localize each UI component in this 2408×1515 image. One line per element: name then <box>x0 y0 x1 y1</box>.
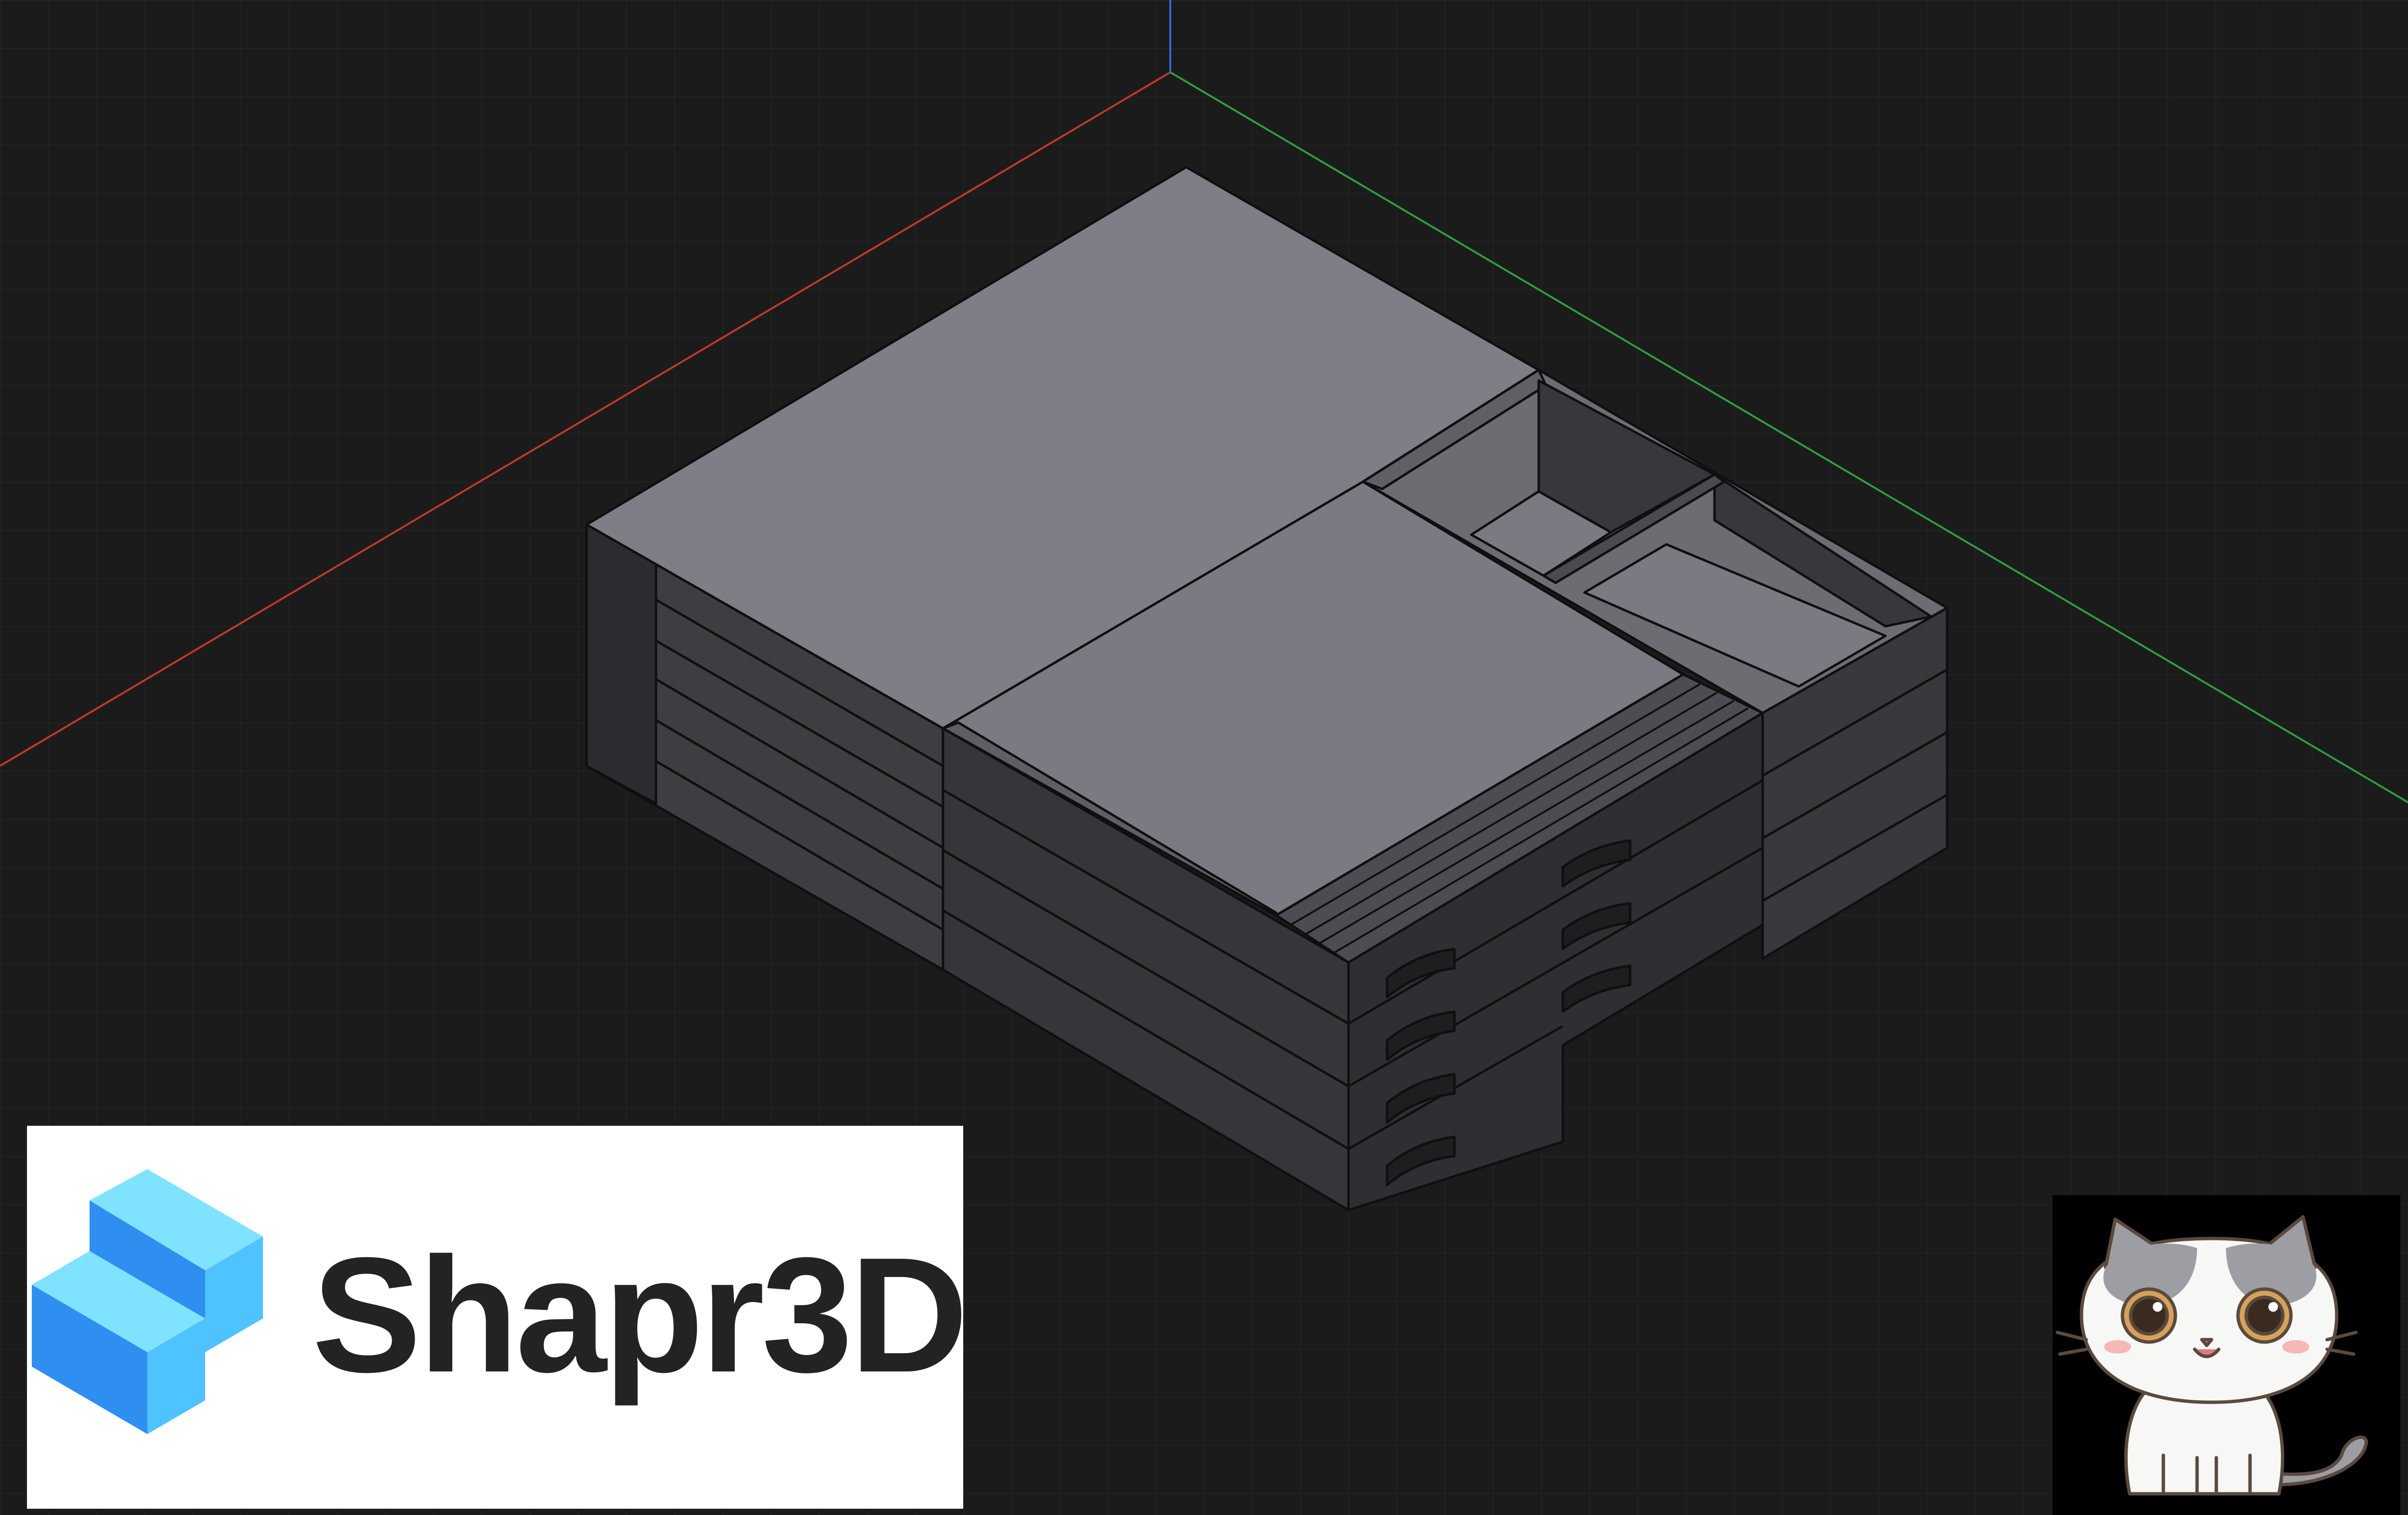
logo-text: Shapr3D <box>312 1224 968 1407</box>
cartoon-cat-sticker <box>2053 1195 2400 1515</box>
left-block-end-face <box>585 523 657 805</box>
cat-icon <box>2055 1215 2368 1496</box>
